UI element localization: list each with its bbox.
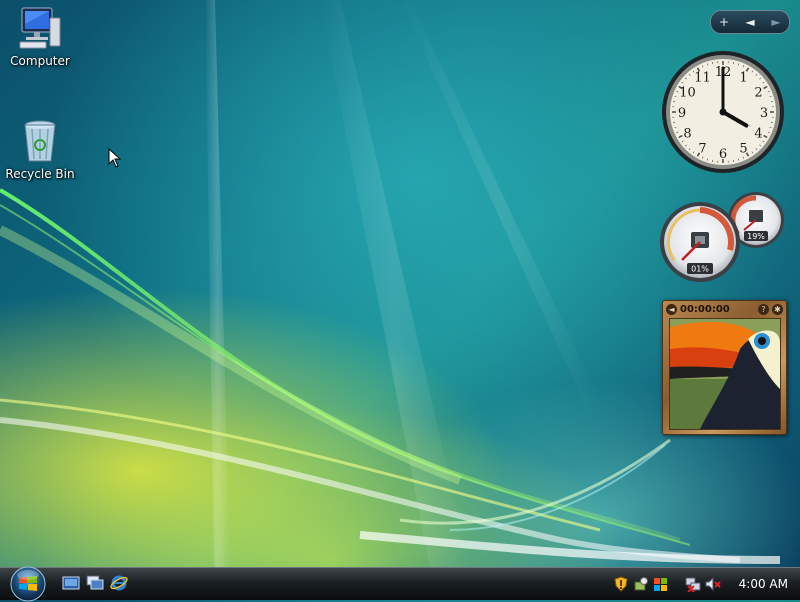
clock-number: 5 [739,142,747,157]
sidebar-controls: + ◄ ► [710,10,790,34]
slideshow-back-button[interactable]: ◄ [666,304,677,315]
volume-muted-icon[interactable] [705,576,721,592]
slideshow-help-button[interactable]: ? [758,304,769,315]
desktop-icon-label: Recycle Bin [5,167,74,181]
clock-number: 2 [754,86,762,101]
toucan-photo [670,319,780,429]
internet-explorer-icon[interactable] [110,574,128,592]
windows-update-icon[interactable] [653,576,669,592]
previous-page-button[interactable]: ◄ [739,15,761,29]
security-shield-icon[interactable] [613,576,629,592]
clock-number: 6 [719,147,727,162]
taskbar: 4:00 AM [0,567,800,600]
recycle-bin-icon [16,117,64,165]
show-desktop-icon[interactable] [62,574,80,592]
slideshow-elapsed-time: 00:00:00 [680,304,755,315]
clock-gadget[interactable]: 121234567891011 [661,50,785,174]
network-disconnected-icon[interactable] [685,576,701,592]
start-button[interactable] [6,564,50,602]
mouse-cursor-icon [108,148,122,168]
cpu-meter-gadget[interactable]: 19% 01% [660,190,786,286]
system-tray: 4:00 AM [613,568,800,600]
desktop-icon-recycle-bin[interactable]: Recycle Bin [0,117,80,181]
taskbar-clock[interactable]: 4:00 AM [739,577,788,591]
next-page-button[interactable]: ► [765,15,787,29]
desktop-icon-computer[interactable]: Computer [0,4,80,68]
clock-number: 3 [760,106,768,121]
cpu-usage-text: 01% [691,265,709,274]
clock-number: 4 [754,127,762,142]
computer-icon [16,4,64,52]
clock-number: 11 [694,70,711,85]
slideshow-photo [669,318,781,430]
clock-number: 8 [683,127,691,142]
memory-usage-text: 19% [747,232,765,241]
switch-windows-icon[interactable] [86,574,104,592]
slideshow-toolbar: ◄ 00:00:00 ? ✱ [663,301,786,317]
desktop-icon-label: Computer [10,54,70,68]
add-gadget-button[interactable]: + [713,15,735,29]
slideshow-gadget[interactable]: ◄ 00:00:00 ? ✱ [662,300,787,435]
clock-number: 7 [698,142,706,157]
quick-launch-toolbar [62,574,128,592]
clock-number: 1 [739,70,747,85]
clock-number: 10 [679,86,696,101]
clock-number: 9 [678,106,686,121]
windows-defender-icon[interactable] [633,576,649,592]
slideshow-settings-button[interactable]: ✱ [772,304,783,315]
